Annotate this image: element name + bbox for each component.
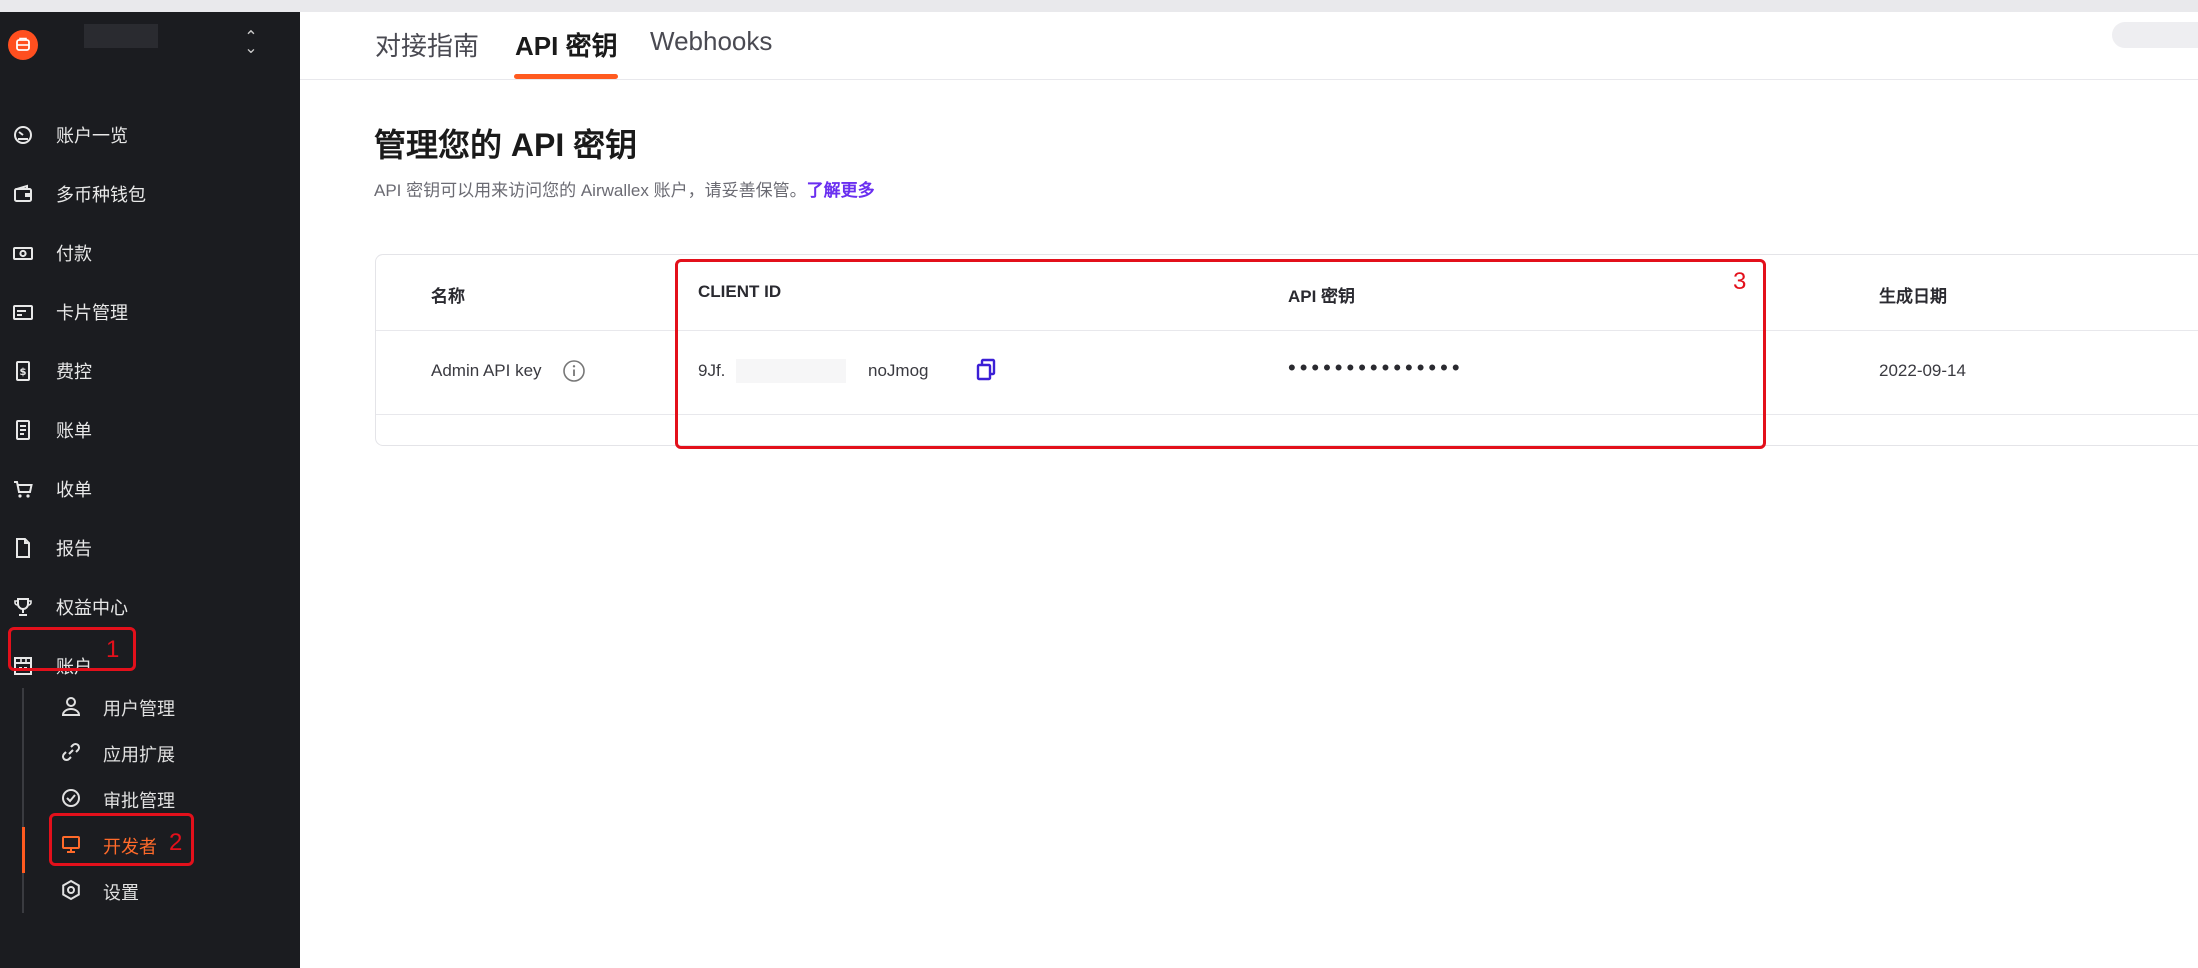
sidebar-item-label: 卡片管理 — [56, 303, 128, 323]
page-title: 管理您的 API 密钥 — [374, 127, 638, 163]
banknote-icon — [12, 242, 34, 264]
sidebar-item-acquiring[interactable]: 收单 — [0, 464, 300, 514]
sidebar-item-expense-control[interactable]: $ 费控 — [0, 346, 300, 396]
top-right-control[interactable] — [2112, 22, 2198, 48]
sidebar-item-overview[interactable]: 账户一览 — [0, 110, 300, 160]
expense-icon: $ — [12, 360, 34, 382]
user-icon — [60, 695, 82, 717]
annotation-number-3: 3 — [1733, 268, 1747, 295]
settings-icon — [60, 879, 82, 901]
submenu-active-indicator — [22, 827, 25, 873]
sidebar-item-label: 收单 — [56, 480, 92, 500]
info-icon[interactable] — [562, 359, 586, 383]
sidebar-item-label: 费控 — [56, 362, 92, 382]
learn-more-link[interactable]: 了解更多 — [807, 181, 875, 200]
sidebar-item-label: 权益中心 — [56, 598, 128, 618]
sidebar-item-wallet[interactable]: 多币种钱包 — [0, 169, 300, 219]
trophy-icon — [12, 596, 34, 618]
sidebar-item-bills[interactable]: 账单 — [0, 405, 300, 455]
page-description: API 密钥可以用来访问您的 Airwallex 账户，请妥善保管。了解更多 — [374, 176, 875, 201]
column-header-name: 名称 — [431, 287, 465, 306]
sidebar-item-label: 账户一览 — [56, 126, 128, 146]
check-circle-icon — [60, 787, 82, 809]
account-name-redacted — [84, 24, 158, 48]
chevron-updown-icon: ⌃ ⌄ — [244, 29, 258, 57]
sidebar-subitem-label: 应用扩展 — [103, 745, 175, 765]
gauge-icon — [12, 124, 34, 146]
sidebar-item-label: 账单 — [56, 421, 92, 441]
cart-icon — [12, 478, 34, 500]
tab-bar: 对接指南 API 密钥 Webhooks — [300, 12, 2198, 80]
link-icon — [60, 741, 82, 763]
tab-webhooks[interactable]: Webhooks — [650, 26, 772, 57]
sidebar-subitem-user-management[interactable]: 用户管理 — [40, 684, 300, 728]
sidebar-item-cards[interactable]: 卡片管理 — [0, 287, 300, 337]
sidebar-subitem-app-extensions[interactable]: 应用扩展 — [40, 730, 300, 774]
annotation-number-2: 2 — [169, 829, 183, 856]
submenu-guide-line — [22, 688, 24, 913]
annotation-box-3 — [675, 259, 1766, 449]
key-name: Admin API key — [431, 361, 542, 380]
annotation-number-1: 1 — [106, 636, 120, 663]
tab-integration-guide[interactable]: 对接指南 — [375, 26, 479, 63]
sidebar-subitem-settings[interactable]: 设置 — [40, 868, 300, 912]
created-date: 2022-09-14 — [1879, 361, 1966, 380]
svg-text:$: $ — [20, 367, 27, 378]
airwallex-logo-icon — [8, 30, 38, 60]
sidebar-item-reports[interactable]: 报告 — [0, 523, 300, 573]
sidebar-subitem-label: 设置 — [103, 883, 139, 903]
wallet-icon — [12, 183, 34, 205]
sidebar-subitem-label: 用户管理 — [103, 699, 175, 719]
page-description-text: API 密钥可以用来访问您的 Airwallex 账户，请妥善保管。 — [374, 181, 807, 200]
sidebar-item-label: 付款 — [56, 244, 92, 264]
sidebar-item-label: 多币种钱包 — [56, 185, 146, 205]
bill-icon — [12, 419, 34, 441]
document-icon — [12, 537, 34, 559]
sidebar-item-label: 报告 — [56, 539, 92, 559]
active-tab-indicator — [514, 74, 618, 79]
sidebar-item-rewards[interactable]: 权益中心 — [0, 582, 300, 632]
sidebar-item-payments[interactable]: 付款 — [0, 228, 300, 278]
tab-api-keys[interactable]: API 密钥 — [515, 26, 618, 63]
column-header-created-date: 生成日期 — [1879, 287, 1947, 306]
account-switcher[interactable]: ⌃ ⌄ — [0, 12, 300, 72]
sidebar-subitem-label: 审批管理 — [103, 791, 175, 811]
card-icon — [12, 301, 34, 323]
window-top-strip — [0, 0, 2198, 12]
